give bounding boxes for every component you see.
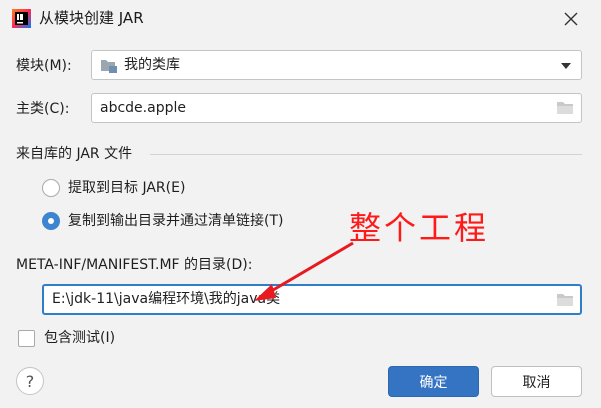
window-title: 从模块创建 JAR xyxy=(39,9,144,27)
main-class-value: abcde.apple xyxy=(100,100,186,116)
manifest-dir-field[interactable]: E:\jdk-11\java编程环境\我的java类 xyxy=(42,284,582,315)
main-class-browse-button[interactable] xyxy=(554,99,576,117)
radio-copy-link-indicator[interactable] xyxy=(42,212,60,230)
main-class-label: 主类(C): xyxy=(16,101,70,117)
manifest-dir-value: E:\jdk-11\java编程环境\我的java类 xyxy=(52,291,281,307)
section-divider xyxy=(150,154,582,155)
module-label: 模块(M): xyxy=(16,58,72,74)
main-class-field[interactable]: abcde.apple xyxy=(91,93,582,123)
folder-icon xyxy=(557,294,573,306)
folder-icon xyxy=(557,102,573,114)
include-tests-label[interactable]: 包含测试(I) xyxy=(44,328,115,348)
ok-button-label: 确定 xyxy=(419,374,448,391)
create-jar-dialog: 从模块创建 JAR 模块(M): 我的类库 主类(C): abcde.apple… xyxy=(0,0,601,408)
radio-copy-link-label[interactable]: 复制到输出目录并通过清单链接(T) xyxy=(68,211,283,231)
close-button[interactable] xyxy=(556,5,586,33)
cancel-button-label: 取消 xyxy=(522,374,551,391)
close-icon xyxy=(564,12,578,26)
help-button[interactable]: ? xyxy=(16,367,44,395)
help-icon: ? xyxy=(25,371,35,391)
ok-button[interactable]: 确定 xyxy=(388,366,479,397)
module-select[interactable]: 我的类库 xyxy=(91,50,582,80)
radio-extract-label[interactable]: 提取到目标 JAR(E) xyxy=(68,178,185,198)
annotation-text: 整个工程 xyxy=(349,209,490,247)
include-tests-checkbox[interactable] xyxy=(18,330,35,347)
manifest-label: META-INF/MANIFEST.MF 的目录(D): xyxy=(16,257,253,273)
chevron-down-icon xyxy=(561,63,571,69)
intellij-icon xyxy=(12,9,31,28)
module-value: 我的类库 xyxy=(124,57,180,73)
manifest-browse-button[interactable] xyxy=(554,291,576,309)
cancel-button[interactable]: 取消 xyxy=(491,366,582,397)
module-folder-icon xyxy=(101,60,117,73)
jar-section-header: 来自库的 JAR 文件 xyxy=(16,146,133,162)
title-bar: 从模块创建 JAR xyxy=(0,0,601,38)
radio-extract-indicator[interactable] xyxy=(42,179,60,197)
